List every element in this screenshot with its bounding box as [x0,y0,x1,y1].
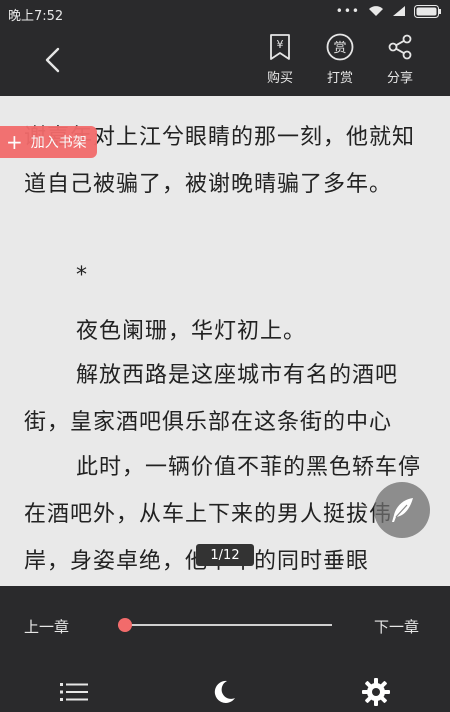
reader-toolbar: ¥ 购买 赏 打赏 分享 [0,26,450,96]
signal-icon [393,6,405,16]
night-mode-button[interactable] [206,676,242,708]
page-indicator: 1/12 [196,544,254,566]
next-chapter-button[interactable]: 下一章 [374,616,419,637]
reward-icon: 赏 [326,33,354,61]
chapter-progress-slider[interactable] [112,616,332,634]
buy-icon: ¥ [270,34,290,60]
wifi-icon [369,6,383,16]
status-time: 晚上7:52 [8,9,64,24]
write-comment-button[interactable] [374,482,430,538]
more-dots-icon: ••• [335,4,360,18]
settings-button[interactable] [358,676,394,708]
share-icon [388,34,412,60]
buy-glyph: ¥ [277,38,284,51]
prev-chapter-button[interactable]: 上一章 [24,616,69,637]
share-button[interactable]: 分享 [372,32,428,90]
list-icon [60,683,88,701]
battery-icon [414,4,441,18]
reader-bottom-bar: 上一章 下一章 [0,586,450,712]
table-of-contents-button[interactable] [56,676,92,708]
reward-glyph: 赏 [333,41,346,56]
gear-icon [362,678,390,706]
add-to-shelf-button[interactable]: + 加入书架 [0,126,97,158]
section-break: * [76,263,88,288]
status-bar: 晚上7:52 ••• [0,0,450,26]
paragraph: 解放西路是这座城市有名的酒吧街，皇家酒吧俱乐部在这条街的中心 [24,363,399,435]
reward-label: 打赏 [326,71,353,86]
buy-button[interactable]: ¥ 购买 [252,32,308,90]
moon-icon [214,680,235,703]
buy-label: 购买 [266,71,293,86]
chevron-left-icon [45,47,60,73]
status-icons: ••• [336,4,442,18]
back-button[interactable] [28,40,76,80]
add-to-shelf-label: 加入书架 [30,135,87,151]
slider-track [118,624,332,626]
share-label: 分享 [386,71,413,86]
plus-icon: + [6,130,23,154]
reward-button[interactable]: 赏 打赏 [312,32,368,90]
feather-pen-icon [392,498,413,522]
paragraph: 夜色阑珊，华灯初上。 [76,319,307,344]
slider-thumb[interactable] [118,618,133,632]
